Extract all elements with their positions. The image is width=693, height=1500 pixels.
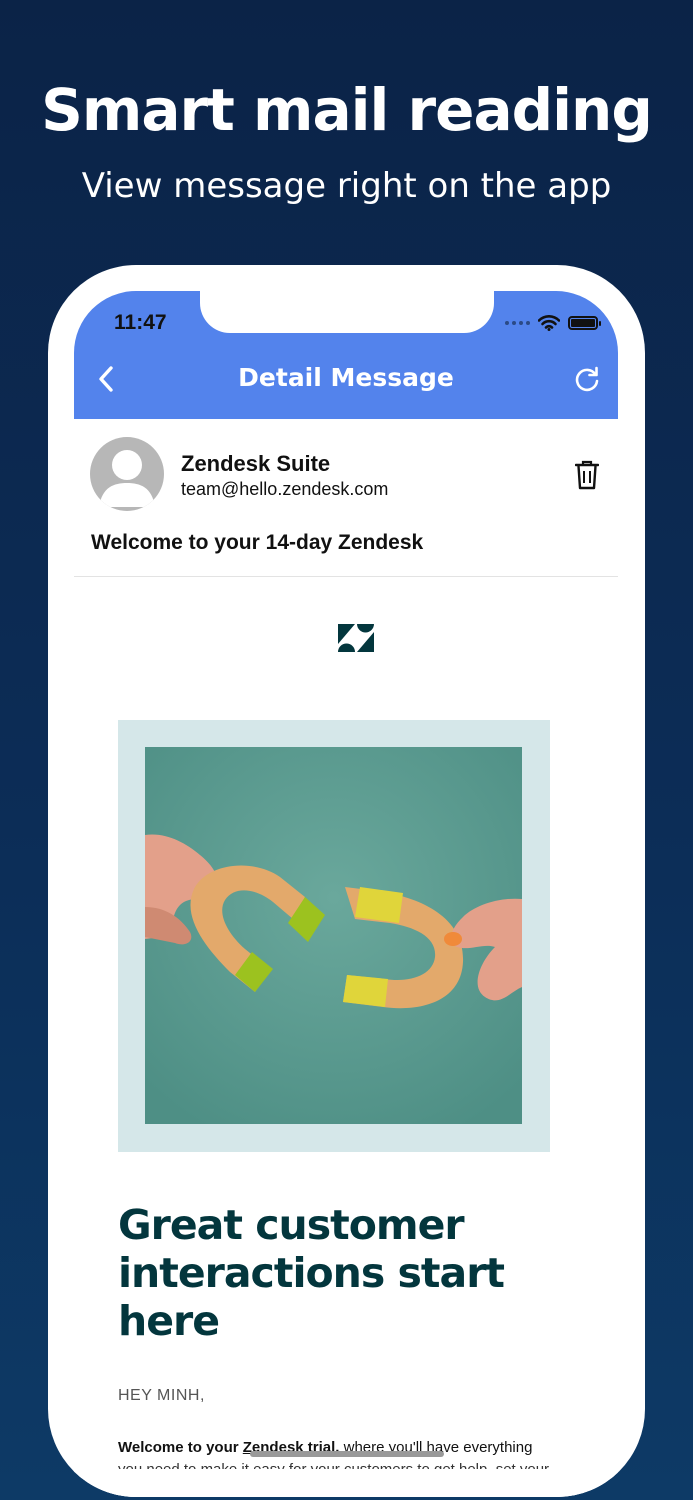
app-screen: 11:47 Detail Message Zendesk Suite team@… (74, 291, 618, 1497)
header-title: Detail Message (238, 363, 454, 392)
zendesk-logo-icon (338, 624, 374, 652)
sender-name: Zendesk Suite (181, 451, 331, 476)
hero-image (145, 747, 522, 1124)
email-headline: Great customer interactions start here (118, 1201, 505, 1345)
signal-dots-icon (505, 321, 530, 325)
home-indicator[interactable] (250, 1451, 444, 1457)
promo-title: Smart mail reading (41, 76, 653, 144)
status-time: 11:47 (114, 311, 167, 334)
trash-icon (575, 460, 599, 490)
delete-button[interactable] (572, 457, 602, 493)
phone-notch (200, 291, 494, 333)
message-subject: Welcome to your 14-day Zendesk (91, 531, 424, 554)
refresh-icon (575, 366, 599, 392)
phone-frame: 11:47 Detail Message Zendesk Suite team@… (48, 265, 645, 1497)
welcome-prefix: Welcome to your (118, 1439, 239, 1456)
app-header: 11:47 Detail Message (74, 291, 618, 419)
hero-image-frame (118, 720, 550, 1152)
battery-icon (568, 316, 601, 330)
sender-row: Zendesk Suite team@hello.zendesk.com (74, 419, 618, 514)
refresh-button[interactable] (570, 361, 604, 397)
email-greeting: HEY MINH, (118, 1387, 205, 1404)
welcome-line-2: you need to make it easy for your custom… (118, 1459, 578, 1469)
default-avatar-icon (99, 450, 155, 507)
promo-subtitle: View message right on the app (81, 166, 612, 206)
wifi-icon (538, 315, 560, 331)
email-body[interactable]: Great customer interactions start here H… (74, 577, 618, 1497)
magnets-illustration (145, 747, 522, 1124)
status-icons (505, 313, 601, 333)
avatar (90, 437, 164, 511)
sender-email: team@hello.zendesk.com (181, 479, 389, 499)
